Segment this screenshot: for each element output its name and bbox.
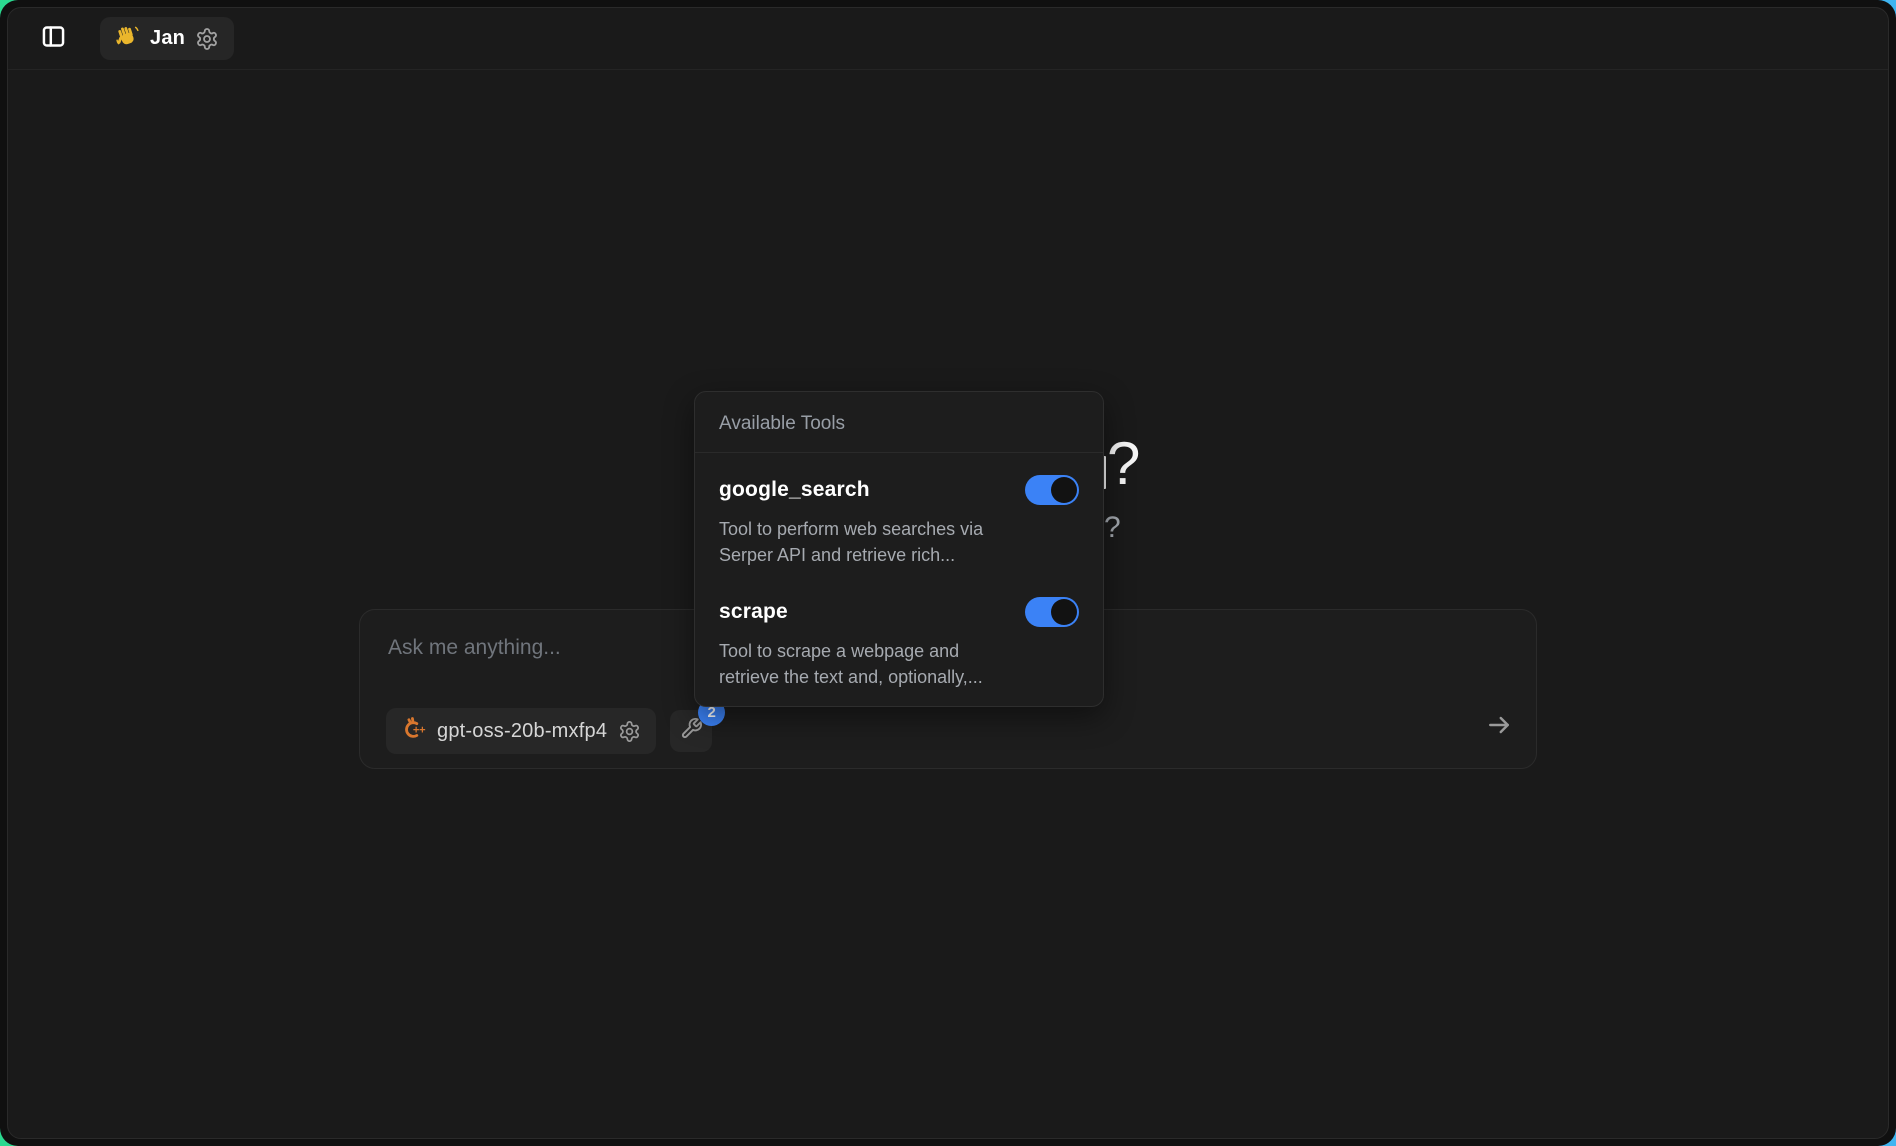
available-tools-popover: Available Tools google_search Tool to pe… bbox=[694, 391, 1104, 707]
tool-item-scrape: scrape Tool to scrape a webpage and retr… bbox=[719, 597, 1079, 690]
composer-toolbar: ++ gpt-oss-20b-mxfp4 bbox=[386, 708, 712, 754]
tool-name: scrape bbox=[719, 600, 788, 624]
app-window: Jan ? ? bbox=[7, 7, 1889, 1139]
tool-description: Tool to scrape a webpage and retrieve th… bbox=[719, 638, 1024, 690]
assistant-selector[interactable]: Jan bbox=[100, 17, 234, 60]
assistant-settings-gear-icon[interactable] bbox=[195, 27, 219, 51]
desktop: Jan ? ? bbox=[0, 0, 1896, 1146]
wrench-icon bbox=[680, 717, 703, 745]
arrow-right-icon bbox=[1485, 711, 1513, 744]
tools-button[interactable]: 2 bbox=[670, 710, 712, 752]
hero-subtext-fragment: ? bbox=[1104, 511, 1121, 545]
svg-text:++: ++ bbox=[413, 724, 426, 736]
tool-description: Tool to perform web searches via Serper … bbox=[719, 516, 1024, 568]
tool-toggle-google-search[interactable] bbox=[1025, 475, 1079, 505]
assistant-name: Jan bbox=[150, 27, 185, 50]
tool-item-google-search: google_search Tool to perform web search… bbox=[719, 475, 1079, 568]
tool-name: google_search bbox=[719, 478, 870, 502]
llamacpp-icon: ++ bbox=[401, 715, 426, 747]
tool-toggle-scrape[interactable] bbox=[1025, 597, 1079, 627]
sidebar-toggle-button[interactable] bbox=[36, 22, 70, 56]
popover-title: Available Tools bbox=[719, 413, 1079, 435]
chat-empty-state: ? ? bbox=[8, 71, 1888, 1138]
toggle-knob bbox=[1051, 477, 1077, 503]
send-button[interactable] bbox=[1482, 710, 1516, 744]
model-name: gpt-oss-20b-mxfp4 bbox=[437, 720, 607, 743]
popover-body: google_search Tool to perform web search… bbox=[695, 453, 1103, 712]
model-settings-gear-icon[interactable] bbox=[618, 720, 641, 743]
hero-heading-fragment: ? bbox=[1107, 429, 1140, 498]
panel-left-icon bbox=[40, 23, 67, 55]
model-selector[interactable]: ++ gpt-oss-20b-mxfp4 bbox=[386, 708, 656, 754]
popover-header: Available Tools bbox=[695, 392, 1103, 453]
waving-hand-icon bbox=[115, 24, 140, 54]
titlebar: Jan bbox=[8, 8, 1888, 70]
toggle-knob bbox=[1051, 599, 1077, 625]
